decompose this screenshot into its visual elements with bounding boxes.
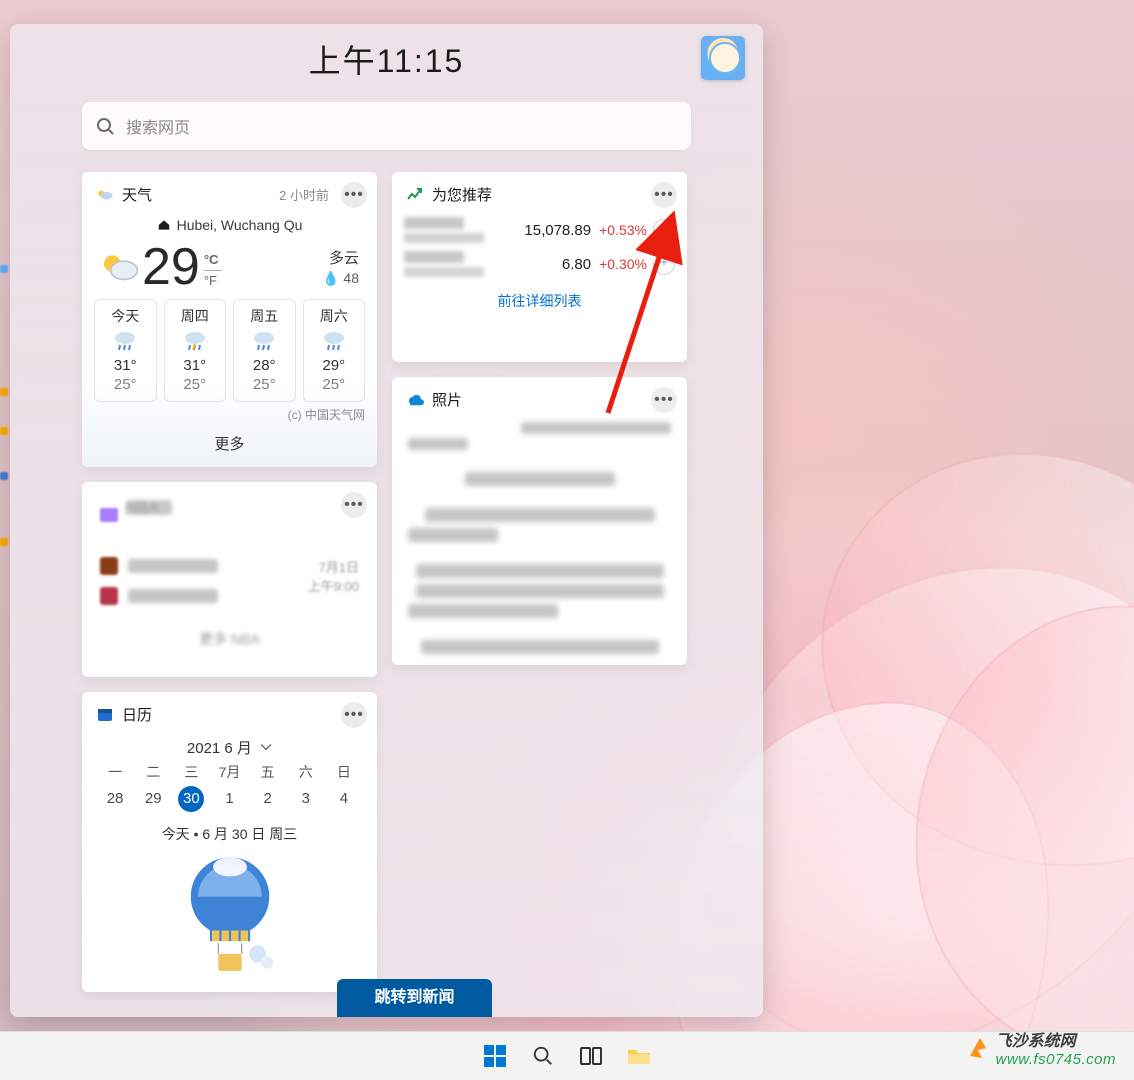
weather-attribution: (c) 中国天气网 bbox=[82, 402, 377, 423]
calendar-day[interactable]: 3 bbox=[287, 786, 325, 812]
rain-icon bbox=[182, 329, 208, 351]
add-stock-button[interactable]: + bbox=[653, 219, 675, 241]
photos-title: 照片 bbox=[432, 389, 462, 410]
weather-icon bbox=[96, 186, 114, 204]
weather-location: Hubei, Wuchang Qu bbox=[82, 217, 377, 233]
clock: 上午11:15 bbox=[309, 36, 465, 82]
weather-updated: 2 小时前 bbox=[279, 185, 329, 204]
calendar-more-button[interactable]: ••• bbox=[341, 702, 367, 728]
weather-temp: 29 bbox=[142, 237, 200, 297]
task-view-button[interactable] bbox=[577, 1042, 605, 1070]
weather-title: 天气 bbox=[122, 184, 152, 205]
taskbar-search-button[interactable] bbox=[529, 1042, 557, 1070]
search-icon bbox=[96, 117, 114, 135]
calendar-day[interactable]: 4 bbox=[325, 786, 363, 812]
weather-humidity: 48 bbox=[343, 270, 359, 286]
forecast-day[interactable]: 周六 29° 25° bbox=[303, 299, 366, 402]
calendar-day[interactable]: 1 bbox=[210, 786, 248, 812]
partly-cloudy-icon bbox=[96, 247, 142, 287]
calendar-card[interactable]: 日历 ••• 2021 6 月 一二三7月五六日 2829301234 今天 •… bbox=[82, 692, 377, 992]
sports-footer[interactable]: 更多 NBA bbox=[100, 629, 359, 649]
trend-icon bbox=[406, 186, 424, 204]
rain-icon bbox=[321, 329, 347, 351]
chevron-down-icon bbox=[260, 741, 272, 753]
stock-row[interactable]: 15,078.89 +0.53% + bbox=[392, 211, 687, 245]
unit-f[interactable]: °F bbox=[204, 273, 222, 289]
forecast-day[interactable]: 周四 31° 25° bbox=[164, 299, 227, 402]
calendar-day[interactable]: 30 bbox=[172, 786, 210, 812]
forecast-day[interactable]: 周五 28° 25° bbox=[233, 299, 296, 402]
forecast-day[interactable]: 今天 31° 25° bbox=[94, 299, 157, 402]
calendar-icon bbox=[96, 706, 114, 724]
calendar-day[interactable]: 29 bbox=[134, 786, 172, 812]
recommend-more-button[interactable]: ••• bbox=[651, 182, 677, 208]
photos-card[interactable]: 照片 ••• bbox=[392, 377, 687, 665]
search-placeholder: 搜索网页 bbox=[126, 114, 190, 138]
unit-c[interactable]: °C bbox=[204, 252, 222, 268]
rain-icon bbox=[112, 329, 138, 351]
calendar-today-label: 今天 • 6 月 30 日 周三 bbox=[82, 824, 377, 844]
add-stock-button[interactable]: + bbox=[653, 253, 675, 275]
nba-icon bbox=[100, 508, 118, 522]
photos-more-button[interactable]: ••• bbox=[651, 387, 677, 413]
rain-icon bbox=[251, 329, 277, 351]
recommend-link[interactable]: 前往详细列表 bbox=[392, 279, 687, 325]
sports-more-button[interactable]: ••• bbox=[341, 492, 367, 518]
balloon-illustration bbox=[175, 852, 285, 990]
jump-to-news-button[interactable]: 跳转到新闻 bbox=[337, 979, 492, 1017]
recommend-title: 为您推荐 bbox=[432, 184, 492, 205]
search-input[interactable]: 搜索网页 bbox=[82, 102, 691, 150]
stock-row[interactable]: 6.80 +0.30% + bbox=[392, 245, 687, 279]
profile-avatar[interactable] bbox=[701, 36, 745, 80]
widgets-board: 上午11:15 搜索网页 天气 2 小时前 ••• Hubei, Wuch bbox=[10, 24, 763, 1017]
calendar-day[interactable]: 2 bbox=[249, 786, 287, 812]
calendar-title: 日历 bbox=[122, 704, 152, 725]
calendar-month-picker[interactable]: 2021 6 月 bbox=[82, 731, 377, 762]
taskbar bbox=[0, 1031, 1134, 1080]
weather-condition: 多云 bbox=[322, 247, 359, 268]
onedrive-icon bbox=[406, 391, 424, 409]
calendar-day[interactable]: 28 bbox=[96, 786, 134, 812]
start-button[interactable] bbox=[481, 1042, 509, 1070]
explorer-button[interactable] bbox=[625, 1042, 653, 1070]
sports-title: NBA bbox=[126, 500, 172, 515]
watermark: 飞沙系统网www.fs0745.com bbox=[966, 1027, 1116, 1068]
home-icon bbox=[157, 218, 171, 232]
recommend-card[interactable]: 为您推荐 ••• 15,078.89 +0.53% + 6.80 +0.30% … bbox=[392, 172, 687, 362]
weather-more-button[interactable]: ••• bbox=[341, 182, 367, 208]
sports-card[interactable]: ••• NBA 7月1日上午9:00 更多 NBA bbox=[82, 482, 377, 677]
weather-more-link[interactable]: 更多 bbox=[82, 423, 377, 464]
weather-card[interactable]: 天气 2 小时前 ••• Hubei, Wuchang Qu 29 °C bbox=[82, 172, 377, 467]
